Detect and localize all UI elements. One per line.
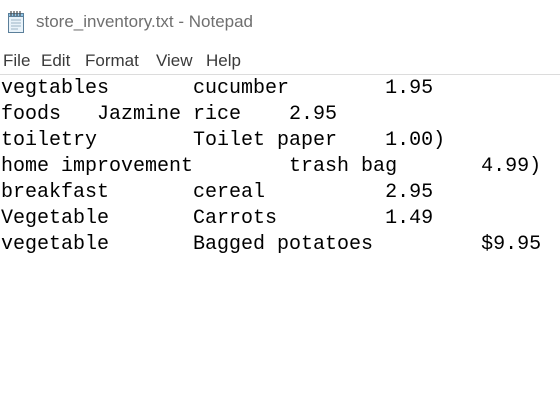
menu-edit[interactable]: Edit [41, 51, 70, 71]
menu-file[interactable]: File [3, 51, 30, 71]
menu-help[interactable]: Help [206, 51, 241, 71]
text-line: foods Jazmine rice 2.95 [1, 103, 338, 126]
menu-bar: File Edit Format View Help [0, 46, 560, 74]
menu-format[interactable]: Format [85, 51, 139, 71]
notepad-window: store_inventory.txt - Notepad File Edit … [0, 0, 560, 415]
text-line: breakfast cereal 2.95 [1, 181, 434, 204]
title-bar[interactable]: store_inventory.txt - Notepad [0, 0, 560, 46]
text-line: vegtables cucumber 1.95 [1, 77, 434, 100]
notepad-icon [8, 11, 24, 33]
text-line: toiletry Toilet paper 1.00) [1, 129, 446, 152]
text-editor-area[interactable]: vegtables cucumber 1.95 foods Jazmine ri… [0, 74, 560, 415]
text-line: Vegetable Carrots 1.49 [1, 207, 434, 230]
text-line: vegetable Bagged potatoes $9.95 [1, 233, 542, 256]
window-title: store_inventory.txt - Notepad [36, 12, 254, 31]
text-line: home improvement trash bag 4.99) [1, 155, 542, 178]
menu-view[interactable]: View [156, 51, 193, 71]
